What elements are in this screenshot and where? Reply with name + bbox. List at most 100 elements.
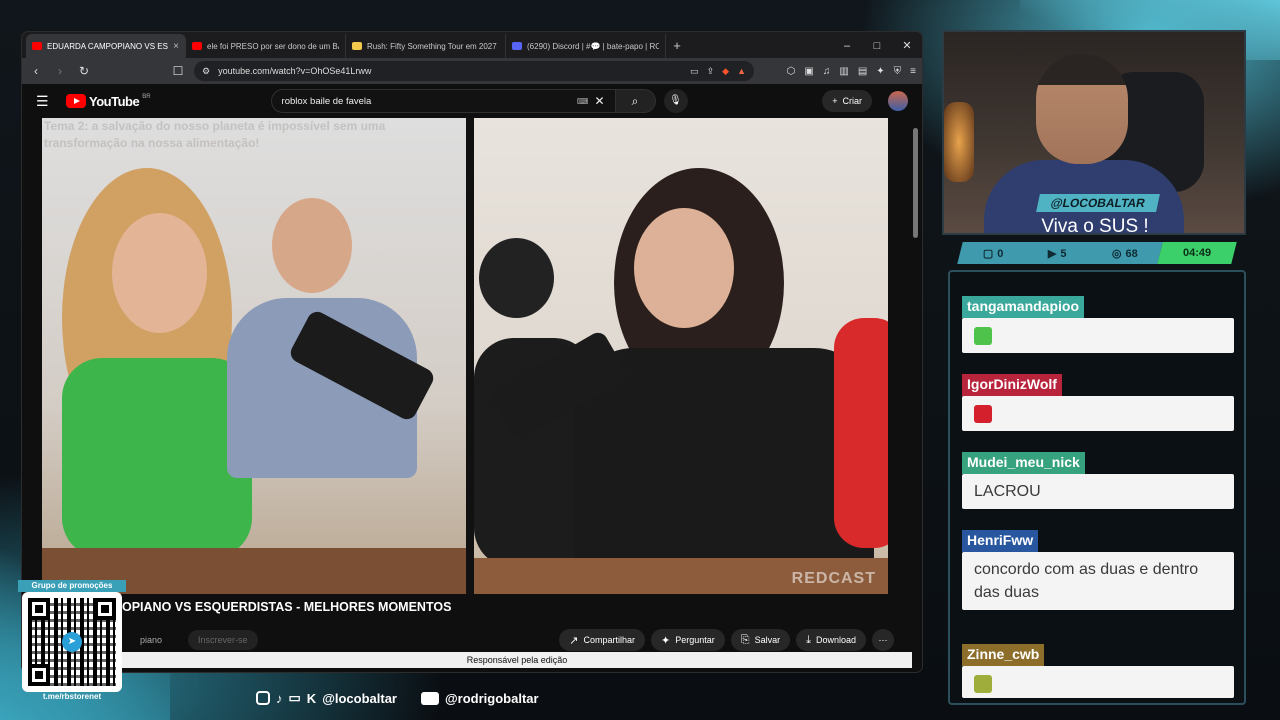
youtube-wordmark: YouTube bbox=[89, 93, 140, 109]
page-scrollbar[interactable] bbox=[913, 128, 918, 238]
youtube-stat: ▶ 5 bbox=[1048, 247, 1067, 260]
video-watermark: REDCAST bbox=[791, 570, 876, 587]
tab-3[interactable]: (6290) Discord | #💬 | bate-papo | RODRIG… bbox=[506, 34, 666, 58]
youtube-favicon-icon bbox=[32, 42, 42, 50]
viewers-icon: ◎ bbox=[1111, 247, 1122, 260]
new-tab-button[interactable]: + bbox=[666, 34, 688, 58]
ask-button[interactable]: ✦ Perguntar bbox=[651, 629, 725, 651]
video-right-panel bbox=[474, 118, 888, 594]
chat-message: Mudei_meu_nick LACROU bbox=[962, 452, 1234, 509]
chat-count: 0 bbox=[996, 247, 1004, 259]
clear-search-icon[interactable]: ✕ bbox=[594, 94, 604, 108]
site-info-icon[interactable]: ⚙ bbox=[202, 66, 210, 77]
sparkle-icon: ✦ bbox=[661, 634, 671, 647]
create-button[interactable]: + Criar bbox=[822, 90, 872, 112]
close-tab-icon[interactable]: × bbox=[173, 41, 179, 52]
share-icon[interactable]: ⇪ bbox=[707, 66, 715, 77]
minimize-button[interactable]: – bbox=[832, 34, 862, 58]
sidebar-icon[interactable]: ▥ bbox=[839, 66, 848, 77]
chat-username: tangamandapioo bbox=[962, 296, 1085, 318]
url-field[interactable]: ⚙ youtube.com/watch?v=OhOSe41Lrww ▭ ⇪ ◆ … bbox=[194, 61, 754, 81]
bookmark-icon[interactable]: ☐ bbox=[170, 64, 186, 78]
subscribe-button[interactable]: Inscrever-se bbox=[188, 630, 258, 650]
youtube-logo[interactable]: YouTube BR bbox=[66, 94, 151, 109]
youtube-favicon-icon bbox=[192, 42, 202, 50]
stream-message: Viva o SUS ! bbox=[1041, 216, 1149, 237]
browser-window: EDUARDA CAMPOPIANO VS ESQUERDISTAS × ele… bbox=[22, 32, 922, 672]
install-icon[interactable]: ▭ bbox=[690, 66, 699, 77]
tab-title: Rush: Fifty Something Tour em 2027 no Br… bbox=[367, 41, 499, 51]
share-label: Compartilhar bbox=[583, 635, 636, 645]
youtube-icon: ▶ bbox=[1048, 247, 1057, 260]
youtube-header: ☰ YouTube BR roblox baile de favela ⌨ ✕ … bbox=[22, 84, 922, 118]
tab-bar: EDUARDA CAMPOPIANO VS ESQUERDISTAS × ele… bbox=[22, 32, 922, 58]
rewards-icon[interactable]: ▲ bbox=[737, 66, 746, 76]
wallet-icon[interactable]: ▤ bbox=[858, 66, 867, 77]
person-face-right bbox=[634, 208, 734, 328]
emote-icon bbox=[974, 674, 992, 693]
channel-row: piano Inscrever-se ↗ Compartilhar ✦ Perg… bbox=[22, 628, 912, 652]
keyboard-icon[interactable]: ⌨ bbox=[577, 97, 589, 106]
search-button[interactable]: ⌕ bbox=[615, 89, 656, 113]
chat-text: concordo com as duas e dentro das duas bbox=[962, 552, 1234, 610]
tab-title: ele foi PRESO por ser dono de um BAILE F… bbox=[207, 41, 339, 51]
download-icon: ⤓ bbox=[806, 633, 811, 646]
lamp bbox=[944, 102, 974, 182]
stream-timer: 04:49 bbox=[1157, 242, 1237, 264]
site-favicon-icon bbox=[352, 42, 362, 50]
qr-finder bbox=[28, 664, 50, 686]
chat-stat: ▢ 0 bbox=[983, 247, 1004, 260]
chat-bubble bbox=[962, 666, 1234, 698]
discord-favicon-icon bbox=[512, 42, 522, 50]
streamer-head bbox=[1036, 54, 1128, 164]
tab-0[interactable]: EDUARDA CAMPOPIANO VS ESQUERDISTAS × bbox=[26, 34, 186, 58]
promo-qr: Grupo de promoções ➤ t.me/rbstorenet bbox=[18, 580, 126, 706]
voice-search-icon[interactable]: 🎙 bbox=[663, 89, 688, 113]
person-green-top bbox=[62, 358, 252, 558]
telegram-icon: ➤ bbox=[62, 632, 82, 652]
tab-2[interactable]: Rush: Fifty Something Tour em 2027 no Br… bbox=[346, 34, 506, 58]
brave-shield-icon[interactable]: ◆ bbox=[722, 66, 729, 77]
share-arrow-icon: ↗ bbox=[569, 634, 579, 647]
channel-name[interactable]: piano bbox=[140, 635, 162, 645]
screenshot-icon[interactable]: ▣ bbox=[804, 66, 813, 77]
leo-icon[interactable]: ✦ bbox=[876, 66, 884, 77]
tab-1[interactable]: ele foi PRESO por ser dono de um BAILE F… bbox=[186, 34, 346, 58]
region-code: BR bbox=[142, 94, 151, 100]
tab-title: EDUARDA CAMPOPIANO VS ESQUERDISTAS bbox=[47, 41, 168, 51]
chat-message: Zinne_cwb bbox=[962, 644, 1234, 698]
tab-title: (6290) Discord | #💬 | bate-papo | RODRIG… bbox=[527, 41, 659, 51]
menu-icon[interactable]: ≡ bbox=[910, 66, 916, 77]
music-icon[interactable]: ♫ bbox=[823, 66, 831, 77]
search-input[interactable]: roblox baile de favela ⌨ ✕ bbox=[270, 89, 616, 113]
social-handle-2: @rodrigobaltar bbox=[445, 690, 539, 706]
hamburger-menu-icon[interactable]: ☰ bbox=[36, 93, 56, 110]
save-button[interactable]: ⎘ Salvar bbox=[730, 629, 791, 651]
video-player[interactable]: Tema 2: a salvação do nosso planeta é im… bbox=[42, 118, 888, 594]
chat-icon: ▢ bbox=[982, 247, 993, 260]
qr-pattern: ➤ bbox=[28, 598, 116, 686]
forward-icon[interactable]: › bbox=[52, 64, 68, 78]
video-left-panel: Tema 2: a salvação do nosso planeta é im… bbox=[42, 118, 466, 594]
share-button[interactable]: ↗ Compartilhar bbox=[559, 629, 646, 651]
back-icon[interactable]: ‹ bbox=[28, 64, 44, 78]
create-label: Criar bbox=[842, 96, 863, 106]
url-text: youtube.com/watch?v=OhOSe41Lrww bbox=[218, 66, 372, 76]
promo-url: t.me/rbstorenet bbox=[42, 692, 102, 701]
stats-bar: ▢ 0 ▶ 5 ◎ 68 bbox=[957, 242, 1163, 264]
download-button[interactable]: ⤓ Download bbox=[796, 629, 866, 651]
responsible-banner: Responsável pela edição bbox=[122, 652, 912, 668]
vpn-icon[interactable]: ⛨ bbox=[894, 66, 902, 77]
youtube-count: 5 bbox=[1060, 247, 1067, 259]
reload-icon[interactable]: ↻ bbox=[76, 64, 92, 78]
video-actions: ↗ Compartilhar ✦ Perguntar ⎘ Salvar ⤓ Do… bbox=[559, 629, 912, 651]
close-window-button[interactable]: ✕ bbox=[892, 34, 922, 58]
youtube-page: ☰ YouTube BR roblox baile de favela ⌨ ✕ … bbox=[22, 84, 922, 672]
maximize-button[interactable]: □ bbox=[862, 34, 892, 58]
kick-icon: K bbox=[306, 690, 317, 706]
extension-icon[interactable]: ⬡ bbox=[787, 66, 796, 77]
more-actions-button[interactable]: ⋯ bbox=[872, 629, 894, 651]
avatar[interactable] bbox=[888, 91, 908, 111]
bookmark-save-icon: ⎘ bbox=[740, 633, 750, 646]
tiktok-icon: ♪ bbox=[276, 690, 283, 706]
